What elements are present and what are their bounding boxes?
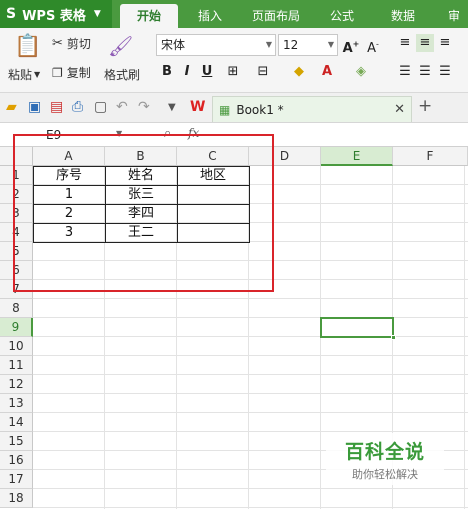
grow-font-button[interactable]: A+ <box>342 36 360 57</box>
align-left-icon: ☰ <box>399 64 411 79</box>
font-color-button[interactable]: A <box>318 63 336 81</box>
row-header-11[interactable]: 11 <box>0 356 33 375</box>
italic-button[interactable]: I <box>178 63 196 81</box>
align-top-button[interactable]: ≡ <box>396 34 414 52</box>
ribbon: 📋 粘贴 ▼ ✂ 剪切 ❐ 复制 🖌 格式刷 宋体 ▼ 12 ▼ A+ A- B… <box>0 28 468 93</box>
print-icon[interactable]: ⎙ <box>72 99 83 115</box>
undo-icon[interactable]: ↶ <box>116 99 128 115</box>
tab-formulas[interactable]: 公式 <box>316 4 368 28</box>
row-header-14[interactable]: 14 <box>0 413 33 432</box>
eraser-icon: ◈ <box>356 64 366 79</box>
borders-button[interactable]: ⊞ <box>224 63 242 81</box>
close-icon[interactable]: ✕ <box>394 102 405 117</box>
row-header-9[interactable]: 9 <box>0 318 33 337</box>
align-middle-icon: ≡ <box>419 35 431 50</box>
wps-s-icon: S <box>6 6 17 22</box>
cut-label: 剪切 <box>66 37 91 51</box>
wps-logo-icon: W <box>190 99 206 115</box>
copy-icon: ❐ <box>52 65 63 80</box>
paint-bucket-icon: ◆ <box>294 64 304 79</box>
tab-review[interactable]: 审 <box>440 4 468 28</box>
row-header-18[interactable]: 18 <box>0 489 33 508</box>
merge-cells-button[interactable]: ⊟ <box>254 63 272 81</box>
chevron-down-icon[interactable]: ▼ <box>168 102 176 113</box>
row-header-13[interactable]: 13 <box>0 394 33 413</box>
format-painter-button[interactable]: 格式刷 <box>104 66 140 83</box>
highlight-annotation-box <box>13 134 274 292</box>
fill-color-button[interactable]: ◆ <box>290 63 308 81</box>
tab-insert[interactable]: 插入 <box>183 4 237 28</box>
save-icon[interactable]: ▣ <box>28 99 41 115</box>
row-header-10[interactable]: 10 <box>0 337 33 356</box>
selected-cell-e9[interactable] <box>320 317 396 340</box>
document-tab[interactable]: ▦ Book1 * ✕ <box>212 96 412 122</box>
row-header-12[interactable]: 12 <box>0 375 33 394</box>
align-left-button[interactable]: ☰ <box>396 63 414 81</box>
font-color-icon: A <box>321 64 333 79</box>
border-grid-icon: ⊞ <box>227 64 239 79</box>
font-name-select[interactable]: 宋体 ▼ <box>156 34 276 56</box>
chevron-down-icon: ▼ <box>265 40 272 49</box>
align-center-button[interactable]: ☰ <box>416 63 434 81</box>
clear-format-button[interactable]: ◈ <box>352 63 370 81</box>
format-painter-icon-button[interactable]: 🖌 <box>108 34 133 58</box>
new-tab-plus-icon[interactable]: + <box>418 96 432 116</box>
quick-access-bar: ▰ ▣ ▤ ⎙ ▢ ↶ ↷ ▼ W ▦ Book1 * ✕ + <box>0 93 468 123</box>
grow-font-icon: A+ <box>342 40 360 57</box>
row-header-15[interactable]: 15 <box>0 432 33 451</box>
chevron-down-icon: ▼ <box>34 70 41 79</box>
cut-button[interactable]: ✂ 剪切 <box>52 35 91 52</box>
paste-label-button[interactable]: 粘贴 ▼ <box>8 66 40 83</box>
align-right-button[interactable]: ☰ <box>436 63 454 81</box>
copy-label: 复制 <box>66 66 91 80</box>
format-painter-label: 格式刷 <box>104 68 141 82</box>
document-title: Book1 * <box>236 102 284 117</box>
shrink-font-button[interactable]: A- <box>364 36 382 57</box>
tab-data[interactable]: 数据 <box>376 4 430 28</box>
copy-button[interactable]: ❐ 复制 <box>52 64 91 81</box>
tab-home[interactable]: 开始 <box>120 4 178 28</box>
font-size-select[interactable]: 12 ▼ <box>278 34 338 56</box>
align-bottom-icon: ≡ <box>439 35 451 50</box>
open-folder-icon[interactable]: ▰ <box>6 99 17 115</box>
watermark: 百科全说 助你轻松解决 <box>326 433 444 485</box>
column-header-e[interactable]: E <box>321 147 393 166</box>
watermark-subtitle: 助你轻松解决 <box>352 468 418 481</box>
clipboard-icon: 📋 <box>14 34 42 59</box>
scissors-icon: ✂ <box>52 36 63 51</box>
align-center-icon: ☰ <box>419 64 431 79</box>
app-name: WPS 表格 <box>22 8 86 24</box>
export-pdf-icon[interactable]: ▤ <box>50 99 63 115</box>
sheet-file-icon: ▦ <box>219 102 231 117</box>
print-preview-icon[interactable]: ▢ <box>94 99 107 115</box>
paste-button[interactable]: 📋 <box>10 34 46 59</box>
font-size-value: 12 <box>283 38 299 52</box>
align-middle-button[interactable]: ≡ <box>416 34 434 52</box>
underline-button[interactable]: U <box>198 63 216 81</box>
merge-grid-icon: ⊟ <box>257 64 269 79</box>
bold-button[interactable]: B <box>158 63 176 81</box>
tab-page-layout[interactable]: 页面布局 <box>240 4 312 28</box>
row-header-17[interactable]: 17 <box>0 470 33 489</box>
row-header-8[interactable]: 8 <box>0 299 33 318</box>
chevron-down-icon: ▼ <box>93 9 101 19</box>
row-header-16[interactable]: 16 <box>0 451 33 470</box>
title-bar: S WPS 表格 ▼ 开始 插入 页面布局 公式 数据 审 <box>0 0 468 28</box>
redo-icon[interactable]: ↷ <box>138 99 150 115</box>
app-menu-button[interactable]: S WPS 表格 ▼ <box>0 0 112 28</box>
fill-handle[interactable] <box>391 335 396 340</box>
align-bottom-button[interactable]: ≡ <box>436 34 454 52</box>
font-name-value: 宋体 <box>161 38 186 52</box>
align-right-icon: ☰ <box>439 64 451 79</box>
shrink-font-icon: A- <box>367 40 379 57</box>
align-top-icon: ≡ <box>399 35 411 50</box>
watermark-title: 百科全说 <box>344 441 425 463</box>
paste-label: 粘贴 <box>8 68 33 82</box>
brush-icon: 🖌 <box>108 34 134 58</box>
column-header-f[interactable]: F <box>393 147 468 166</box>
chevron-down-icon: ▼ <box>327 40 334 49</box>
